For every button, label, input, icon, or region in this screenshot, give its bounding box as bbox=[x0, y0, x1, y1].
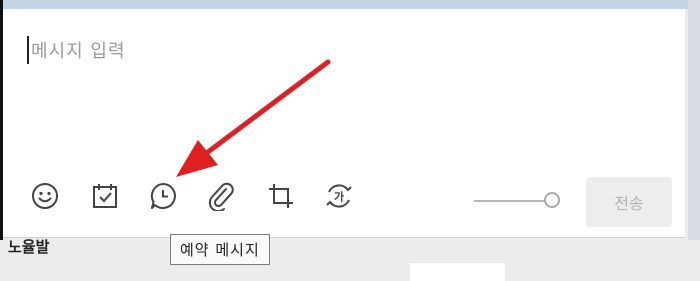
annotation-arrow-icon bbox=[176, 59, 331, 177]
